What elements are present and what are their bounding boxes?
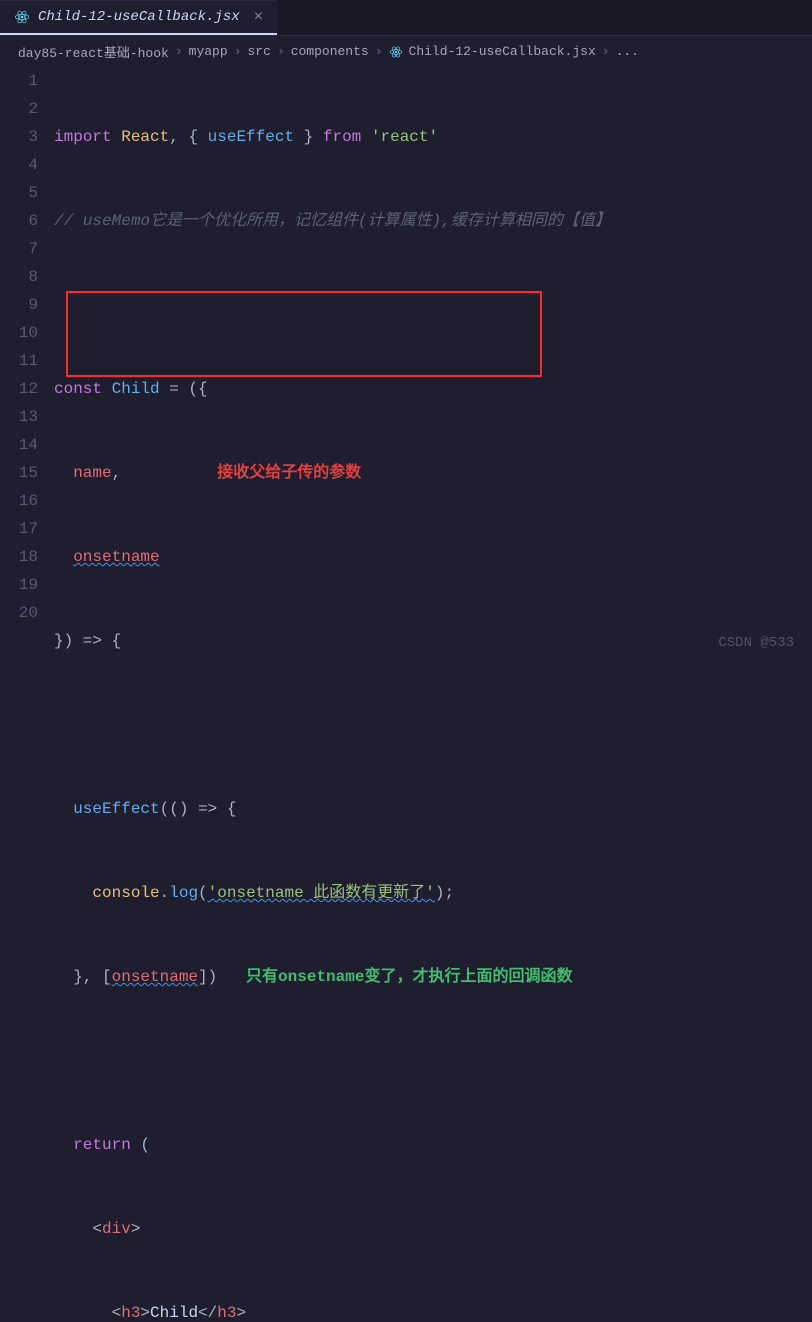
- crumb[interactable]: components: [291, 44, 369, 59]
- close-icon[interactable]: ×: [254, 8, 264, 26]
- crumb[interactable]: src: [247, 44, 270, 59]
- tab-title: Child-12-useCallback.jsx: [38, 9, 240, 25]
- react-icon: [389, 45, 403, 59]
- breadcrumb: day85-react基础-hook › myapp › src › componen…: [0, 36, 812, 67]
- code-area[interactable]: import React, { useEffect } from 'react'…: [54, 67, 812, 1322]
- line-gutter: 12345 678910 1112131415 1617181920: [0, 67, 54, 1322]
- chevron-right-icon: ›: [277, 44, 285, 59]
- tab-active[interactable]: Child-12-useCallback.jsx ×: [0, 0, 277, 35]
- code-editor[interactable]: 12345 678910 1112131415 1617181920 impor…: [0, 67, 812, 1322]
- crumb[interactable]: ...: [616, 44, 639, 59]
- chevron-right-icon: ›: [375, 44, 383, 59]
- chevron-right-icon: ›: [234, 44, 242, 59]
- annotation-red: 接收父给子传的参数: [217, 464, 361, 482]
- react-icon: [14, 9, 30, 25]
- crumb[interactable]: day85-react基础-hook: [18, 42, 169, 61]
- chevron-right-icon: ›: [175, 44, 183, 59]
- crumb[interactable]: Child-12-useCallback.jsx: [409, 44, 596, 59]
- watermark: CSDN @533: [718, 635, 794, 651]
- chevron-right-icon: ›: [602, 44, 610, 59]
- annotation-green: 只有onsetname变了，才执行上面的回调函数: [246, 968, 572, 986]
- tab-bar: Child-12-useCallback.jsx ×: [0, 0, 812, 36]
- crumb[interactable]: myapp: [189, 44, 228, 59]
